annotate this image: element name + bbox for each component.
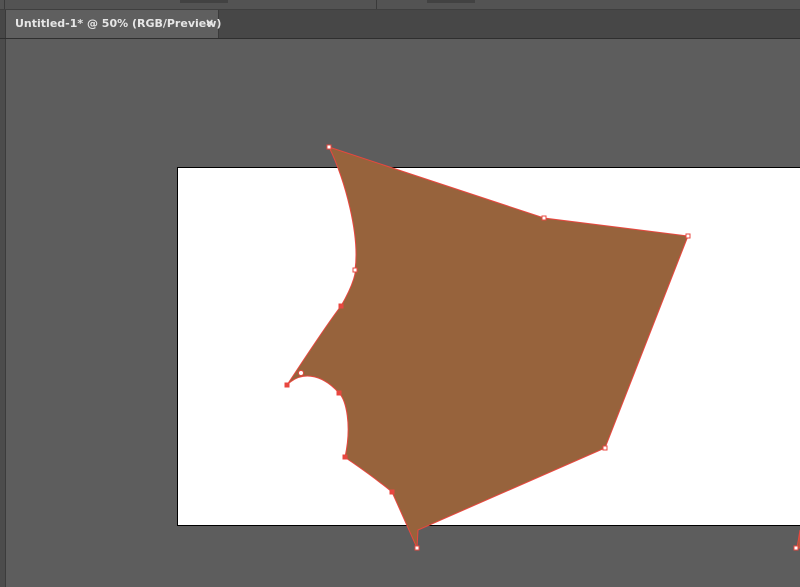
anchor-point[interactable]	[602, 445, 608, 451]
anchor-point-selected[interactable]	[336, 390, 342, 396]
anchor-point[interactable]	[326, 144, 332, 150]
anchor-point[interactable]	[685, 233, 691, 239]
anchor-point[interactable]	[541, 215, 547, 221]
anchor-point-selected[interactable]	[342, 454, 348, 460]
anchor-point-selected[interactable]	[338, 303, 344, 309]
anchor-point[interactable]	[414, 545, 420, 551]
corner-widget[interactable]	[298, 370, 304, 376]
anchor-point-selected[interactable]	[284, 382, 290, 388]
selected-vector-shape[interactable]	[286, 146, 689, 549]
vector-shape-layer[interactable]	[0, 0, 800, 587]
anchor-point[interactable]	[352, 267, 358, 273]
anchor-point[interactable]	[793, 545, 799, 551]
anchor-point-selected[interactable]	[389, 489, 395, 495]
